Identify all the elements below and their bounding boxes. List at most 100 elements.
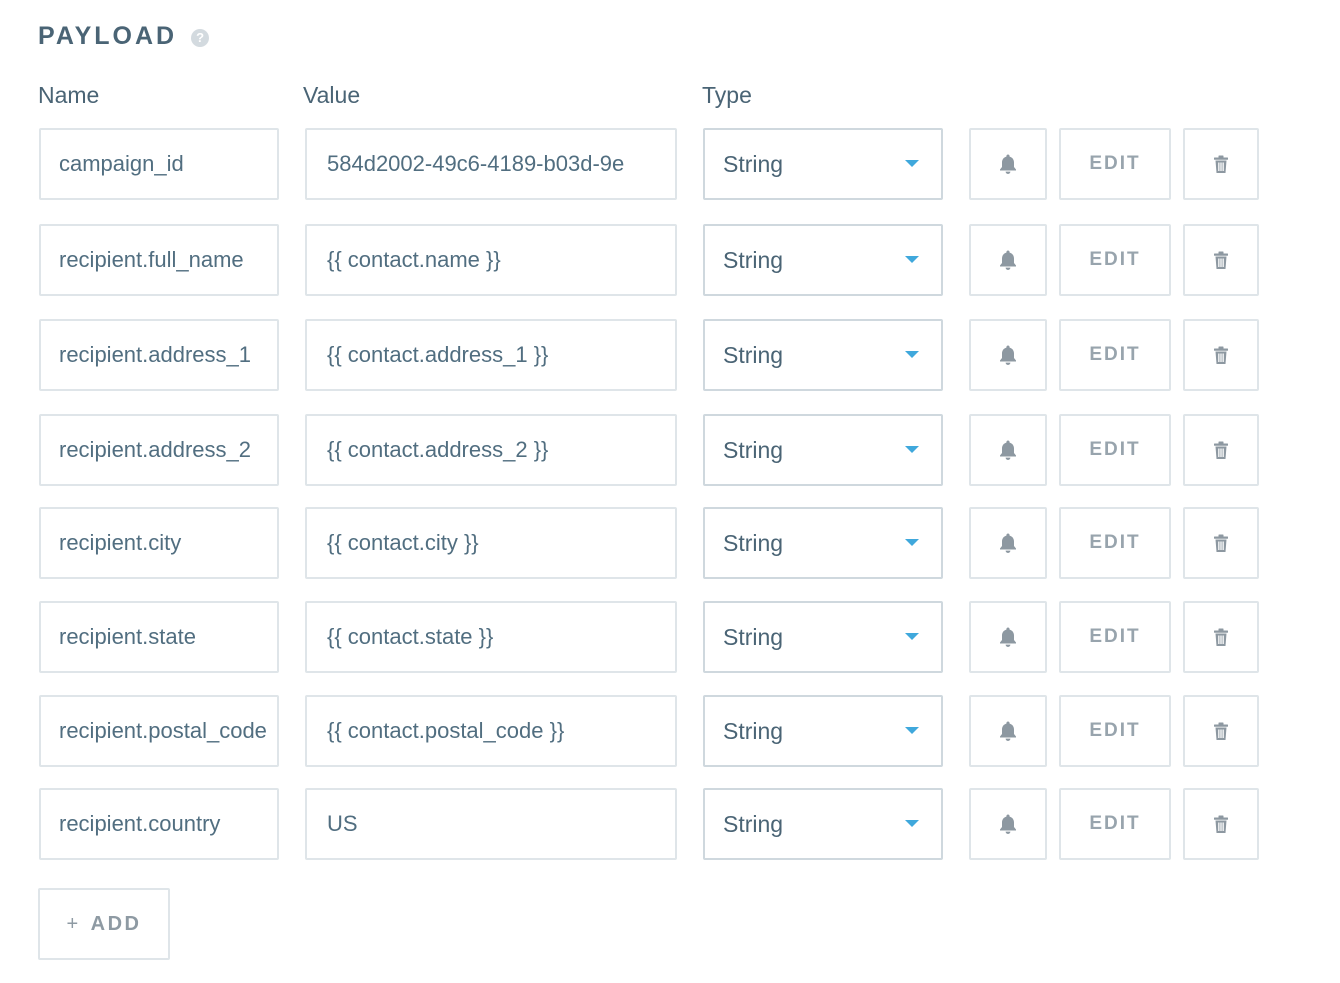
- notify-button[interactable]: [969, 507, 1047, 579]
- field-name-input[interactable]: recipient.address_2: [39, 414, 279, 486]
- edit-button[interactable]: EDIT: [1059, 788, 1171, 860]
- plus-icon: +: [66, 912, 81, 935]
- field-value-text: {{ contact.address_1 }}: [327, 342, 549, 367]
- notify-button[interactable]: [969, 788, 1047, 860]
- field-value-text: {{ contact.address_2 }}: [327, 437, 549, 462]
- caret-down-icon: [905, 351, 919, 358]
- add-button-label: ADD: [90, 912, 142, 935]
- field-type-text: String: [723, 436, 784, 463]
- delete-button[interactable]: [1183, 695, 1259, 767]
- bell-icon: [998, 813, 1018, 835]
- trash-icon: [1213, 815, 1229, 834]
- delete-button[interactable]: [1183, 788, 1259, 860]
- bell-icon: [998, 249, 1018, 271]
- delete-button[interactable]: [1183, 414, 1259, 486]
- field-type-select[interactable]: String: [703, 414, 943, 486]
- edit-button-label: EDIT: [1089, 626, 1141, 647]
- field-type-text: String: [723, 810, 784, 837]
- edit-button-label: EDIT: [1089, 439, 1141, 460]
- trash-icon: [1213, 155, 1229, 174]
- caret-down-icon: [905, 727, 919, 734]
- field-value-text: US: [327, 811, 358, 836]
- payload-row: recipient.city {{ contact.city }} String ED…: [0, 507, 1340, 579]
- edit-button[interactable]: EDIT: [1059, 507, 1171, 579]
- field-name-input[interactable]: recipient.full_name: [39, 224, 279, 296]
- bell-icon: [998, 720, 1018, 742]
- field-type-text: String: [723, 150, 784, 177]
- column-header-value: Value: [303, 82, 361, 108]
- field-name-text: recipient.postal_code: [59, 718, 267, 743]
- field-type-text: String: [723, 623, 784, 650]
- caret-down-icon: [905, 160, 919, 167]
- field-name-text: recipient.full_name: [59, 247, 244, 272]
- notify-button[interactable]: [969, 601, 1047, 673]
- field-value-text: {{ contact.name }}: [327, 247, 501, 272]
- field-type-select[interactable]: String: [703, 507, 943, 579]
- field-name-input[interactable]: recipient.state: [39, 601, 279, 673]
- caret-down-icon: [905, 820, 919, 827]
- field-type-text: String: [723, 717, 784, 744]
- notify-button[interactable]: [969, 414, 1047, 486]
- field-name-input[interactable]: recipient.country: [39, 788, 279, 860]
- notify-button[interactable]: [969, 128, 1047, 200]
- payload-section-title: PAYLOAD ?: [38, 20, 210, 52]
- edit-button[interactable]: EDIT: [1059, 319, 1171, 391]
- field-value-input[interactable]: {{ contact.city }}: [305, 507, 677, 579]
- edit-button[interactable]: EDIT: [1059, 695, 1171, 767]
- delete-button[interactable]: [1183, 224, 1259, 296]
- field-type-text: String: [723, 246, 784, 273]
- caret-down-icon: [905, 633, 919, 640]
- caret-down-icon: [905, 539, 919, 546]
- edit-button-label: EDIT: [1089, 720, 1141, 741]
- field-value-input[interactable]: {{ contact.address_2 }}: [305, 414, 677, 486]
- notify-button[interactable]: [969, 695, 1047, 767]
- field-value-text: {{ contact.city }}: [327, 530, 479, 555]
- field-name-input[interactable]: campaign_id: [39, 128, 279, 200]
- edit-button[interactable]: EDIT: [1059, 414, 1171, 486]
- notify-button[interactable]: [969, 224, 1047, 296]
- field-type-select[interactable]: String: [703, 788, 943, 860]
- caret-down-icon: [905, 256, 919, 263]
- column-header-name: Name: [38, 82, 100, 108]
- field-type-select[interactable]: String: [703, 128, 943, 200]
- trash-icon: [1213, 346, 1229, 365]
- field-name-input[interactable]: recipient.address_1: [39, 319, 279, 391]
- edit-button[interactable]: EDIT: [1059, 128, 1171, 200]
- field-value-text: 584d2002-49c6-4189-b03d-9e: [327, 151, 625, 176]
- field-type-select[interactable]: String: [703, 224, 943, 296]
- add-field-button[interactable]: + ADD: [38, 888, 170, 960]
- field-value-input[interactable]: 584d2002-49c6-4189-b03d-9e: [305, 128, 677, 200]
- delete-button[interactable]: [1183, 319, 1259, 391]
- edit-button[interactable]: EDIT: [1059, 224, 1171, 296]
- delete-button[interactable]: [1183, 507, 1259, 579]
- payload-row: recipient.postal_code {{ contact.postal_c…: [0, 695, 1340, 767]
- field-value-input[interactable]: {{ contact.state }}: [305, 601, 677, 673]
- payload-row: campaign_id 584d2002-49c6-4189-b03d-9e Str…: [0, 128, 1340, 200]
- caret-down-icon: [905, 446, 919, 453]
- field-name-input[interactable]: recipient.city: [39, 507, 279, 579]
- trash-icon: [1213, 628, 1229, 647]
- bell-icon: [998, 439, 1018, 461]
- payload-title: PAYLOAD: [38, 21, 178, 50]
- edit-button[interactable]: EDIT: [1059, 601, 1171, 673]
- field-name-text: recipient.state: [59, 624, 196, 649]
- field-type-select[interactable]: String: [703, 695, 943, 767]
- field-name-text: recipient.country: [59, 811, 221, 836]
- field-value-input[interactable]: US: [305, 788, 677, 860]
- bell-icon: [998, 626, 1018, 648]
- field-name-input[interactable]: recipient.postal_code: [39, 695, 279, 767]
- field-type-select[interactable]: String: [703, 319, 943, 391]
- trash-icon: [1213, 251, 1229, 270]
- field-type-text: String: [723, 341, 784, 368]
- question-circle-icon[interactable]: ?: [191, 29, 210, 47]
- field-type-select[interactable]: String: [703, 601, 943, 673]
- notify-button[interactable]: [969, 319, 1047, 391]
- payload-row: recipient.country US String EDIT: [0, 788, 1340, 860]
- field-value-input[interactable]: {{ contact.postal_code }}: [305, 695, 677, 767]
- field-name-text: recipient.address_1: [59, 342, 252, 367]
- delete-button[interactable]: [1183, 128, 1259, 200]
- field-value-input[interactable]: {{ contact.address_1 }}: [305, 319, 677, 391]
- delete-button[interactable]: [1183, 601, 1259, 673]
- bell-icon: [998, 532, 1018, 554]
- field-value-input[interactable]: {{ contact.name }}: [305, 224, 677, 296]
